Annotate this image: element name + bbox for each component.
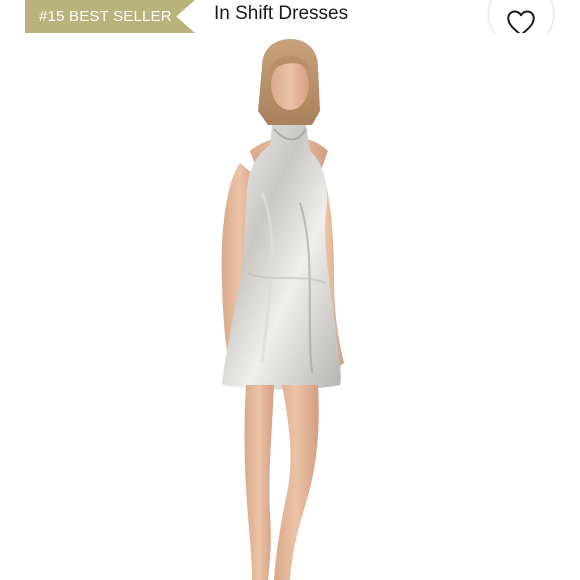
product-image[interactable] xyxy=(0,33,580,580)
product-page: #15 BEST SELLER In Shift Dresses xyxy=(0,0,580,580)
best-seller-badge: #15 BEST SELLER xyxy=(25,0,195,33)
model-wearing-dress-illustration xyxy=(221,39,344,580)
best-seller-label: #15 BEST SELLER xyxy=(39,8,172,25)
category-link[interactable]: In Shift Dresses xyxy=(214,3,348,25)
